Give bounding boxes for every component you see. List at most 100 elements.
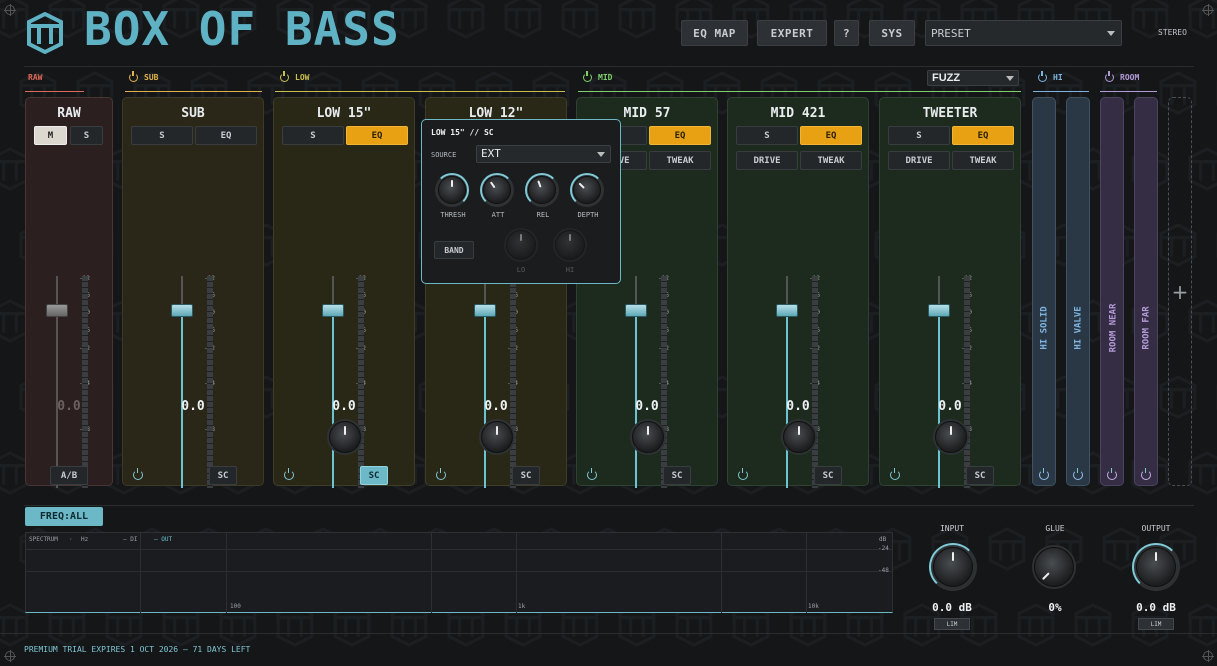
output-lim-button[interactable]: LIM [1138,618,1174,630]
hi-label: HI [565,266,575,274]
power-icon[interactable] [583,71,592,82]
power-icon[interactable] [1107,468,1117,480]
solo-button[interactable]: S [70,126,103,145]
fader-scale: -12-60-6-12-24-48 [344,276,384,488]
strip-label: ROOM NEAR [1108,303,1118,353]
gain-value: 0.0 [484,399,508,414]
sidechain-button[interactable]: SC [663,466,691,485]
channel-strip-low15: LOW 15" S EQ -12-60-6-12-24-48 0.0 SC [273,97,415,488]
sidechain-button[interactable]: SC [814,466,842,485]
power-icon[interactable] [1039,468,1049,480]
power-icon[interactable] [1038,71,1047,82]
chevron-down-icon [597,152,605,157]
tone-knob[interactable] [481,421,513,453]
tone-knob[interactable] [935,421,967,453]
source-select[interactable]: EXT [476,145,611,163]
fader[interactable]: -12-60-6-12-24-48 [46,276,106,488]
channel-strip-raw: RAW M S -12-60-6-12-24-48 0.0 A/B [25,97,113,488]
section-label: RAW [28,73,43,82]
drive-button[interactable]: DRIVE [736,151,798,170]
glue-knob[interactable] [1034,547,1074,587]
fader-scale: -12-60-6-12-24-48 [798,276,838,488]
fader[interactable]: -12-60-6-12-24-48 [171,276,231,488]
strip-label: HI VALVE [1074,306,1085,350]
mute-button[interactable]: M [34,126,67,145]
section-label: MID [598,73,613,82]
power-icon[interactable] [738,468,748,480]
strip-room-far[interactable]: ROOM FAR [1134,97,1158,486]
eq-button[interactable]: EQ [649,126,711,145]
tone-knob[interactable] [632,421,664,453]
sidechain-button[interactable]: SC [966,466,994,485]
help-button[interactable]: ? [834,20,859,46]
sidechain-button[interactable]: SC [512,466,540,485]
eq-button[interactable]: EQ [800,126,862,145]
fader[interactable]: -12-60-6-12-24-48 [474,276,534,488]
sidechain-button[interactable]: SC [360,466,388,485]
fader-handle[interactable] [474,304,496,317]
power-icon[interactable] [1105,71,1114,82]
tone-knob[interactable] [329,421,361,453]
tweak-button[interactable]: TWEAK [952,151,1014,170]
eq-map-button[interactable]: EQ MAP [681,20,748,46]
power-icon[interactable] [133,468,143,480]
strip-room-near[interactable]: ROOM NEAR [1100,97,1124,486]
power-icon[interactable] [280,71,289,82]
strip-hi-valve[interactable]: HI VALVE [1066,97,1090,486]
fader-handle[interactable] [776,304,798,317]
tweak-button[interactable]: TWEAK [649,151,711,170]
solo-button[interactable]: S [282,126,344,145]
solo-button[interactable]: S [888,126,950,145]
eq-button[interactable]: EQ [952,126,1014,145]
sys-button[interactable]: SYS [869,20,915,46]
eq-button[interactable]: EQ [346,126,408,145]
chevron-down-icon [1006,76,1014,81]
power-icon[interactable] [1141,468,1151,480]
drive-button[interactable]: DRIVE [888,151,950,170]
att-label: ATT [491,211,505,219]
fader-handle[interactable] [928,304,950,317]
fader-handle[interactable] [322,304,344,317]
freq-all-button[interactable]: FREQ:ALL [25,507,103,526]
expert-button[interactable]: EXPERT [757,20,827,46]
add-strip-button[interactable]: + [1168,97,1192,486]
fader[interactable]: -12-60-6-12-24-48 [928,276,988,488]
ab-button[interactable]: A/B [50,466,88,485]
strip-hi-solid[interactable]: HI SOLID [1032,97,1056,486]
power-icon[interactable] [129,71,138,82]
solo-button[interactable]: S [736,126,798,145]
mid-mode-value: FUZZ [932,72,961,84]
level-meter [812,276,818,488]
power-icon[interactable] [284,468,294,480]
power-icon[interactable] [1073,468,1083,480]
solo-button[interactable]: S [131,126,193,145]
section-label: SUB [144,73,159,82]
fader[interactable]: -12-60-6-12-24-48 [322,276,382,488]
preset-select[interactable]: PRESET [925,20,1122,46]
tone-knob[interactable] [783,421,815,453]
knob-ring [1132,543,1180,591]
tweak-button[interactable]: TWEAK [800,151,862,170]
fader[interactable]: -12-60-6-12-24-48 [625,276,685,488]
input-value: 0.0 dB [932,601,972,614]
power-icon[interactable] [587,468,597,480]
eq-button[interactable]: EQ [195,126,257,145]
input-lim-button[interactable]: LIM [934,618,970,630]
sidechain-button[interactable]: SC [209,466,237,485]
fader-scale: -12-60-6-12-24-48 [193,276,233,488]
lo-knob[interactable] [506,230,536,260]
fader-handle[interactable] [625,304,647,317]
fader[interactable]: -12-60-6-12-24-48 [776,276,836,488]
section-room: ROOM [1100,70,1157,92]
fader-handle[interactable] [46,304,68,317]
rel-label: REL [536,211,550,219]
band-button[interactable]: BAND [434,241,474,259]
fader-handle[interactable] [171,304,193,317]
lo-label: LO [516,266,526,274]
power-icon[interactable] [436,468,446,480]
sidechain-popup: LOW 15" // SC SOURCE EXT THRESH ATT REL … [421,119,621,284]
mid-mode-select[interactable]: FUZZ [927,70,1019,86]
power-icon[interactable] [890,468,900,480]
spectrum-dot: · [69,536,73,543]
hi-knob[interactable] [555,230,585,260]
